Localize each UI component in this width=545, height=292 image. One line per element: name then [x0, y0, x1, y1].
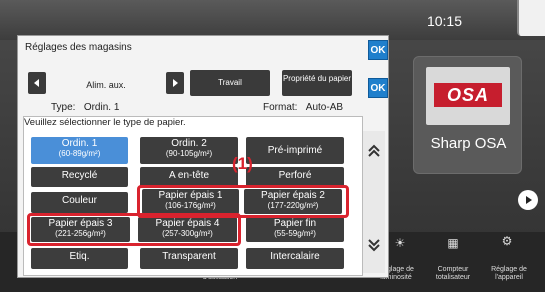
- paper-type-name: Pré-imprimé: [267, 145, 323, 156]
- scroll-up-icon[interactable]: [366, 143, 382, 159]
- sharp-osa-logo: OSA: [426, 67, 510, 125]
- brightness-icon: ☀: [394, 236, 406, 250]
- paper-type-button[interactable]: Perforé: [246, 167, 344, 187]
- arrow-left-icon: [34, 79, 39, 87]
- bottom-item-label[interactable]: Réglage de l'appareil: [484, 266, 534, 282]
- paper-type-button[interactable]: Papier fin (55-59g/m²): [246, 217, 344, 242]
- sharp-osa-tile[interactable]: OSA Sharp OSA: [413, 56, 522, 174]
- paper-type-button[interactable]: Transparent: [140, 248, 238, 269]
- paper-type-button[interactable]: Etiq.: [31, 248, 128, 269]
- bottom-item-label[interactable]: Compteur totalisateur: [428, 266, 478, 282]
- paper-type-button[interactable]: Intercalaire: [246, 248, 344, 269]
- next-page-icon[interactable]: [518, 190, 538, 210]
- paper-type-weight: (55-59g/m²): [274, 229, 316, 238]
- paper-type-name: Recyclé: [61, 170, 98, 181]
- paper-type-button[interactable]: Recyclé: [31, 167, 128, 187]
- tray-settings-dialog: Réglages des magasins OK Alim. aux. Trav…: [17, 35, 389, 278]
- paper-type-weight: (90-105g/m²): [165, 149, 213, 158]
- paper-type-name: Etiq.: [69, 251, 90, 262]
- prev-tray-button[interactable]: [28, 72, 46, 94]
- paper-type-button[interactable]: Pré-imprimé: [246, 137, 344, 164]
- paper-type-name: Transparent: [162, 251, 216, 262]
- device-settings-icon: ⚙: [501, 234, 513, 248]
- clock: 10:15: [426, 13, 462, 29]
- arrow-right-icon: [173, 79, 178, 87]
- paper-type-name: Intercalaire: [270, 251, 320, 262]
- top-status-strip: [0, 0, 545, 40]
- tab-travail[interactable]: Travail: [190, 70, 270, 96]
- tray-label: Alim. aux.: [86, 80, 126, 90]
- paper-type-name: Ordin. 1: [61, 138, 98, 149]
- logo-banner: OSA: [434, 83, 502, 107]
- paper-type-button[interactable]: A en-tête: [140, 167, 238, 187]
- highlight-frame: [27, 213, 241, 246]
- paper-type-button[interactable]: Ordin. 2 (90-105g/m²): [140, 137, 238, 164]
- ok-row-button[interactable]: OK: [368, 78, 388, 98]
- paper-type-button[interactable]: Ordin. 1 (60-89g/m²): [31, 137, 128, 164]
- type-row: Type: Ordin. 1: [51, 102, 119, 113]
- paper-type-name: Papier fin: [273, 218, 317, 229]
- ok-button[interactable]: OK: [368, 40, 388, 60]
- scroll-column: [363, 131, 385, 273]
- type-label: Type:: [51, 102, 76, 113]
- format-row: Format: Auto-AB: [263, 102, 343, 113]
- format-label: Format:: [263, 102, 298, 113]
- callout-number: (1): [232, 154, 253, 173]
- top-right-button[interactable]: [517, 0, 545, 36]
- paper-type-name: A en-tête: [168, 170, 210, 181]
- instruction-text: Veuillez sélectionner le type de papier.: [24, 117, 186, 128]
- paper-type-name: Ordin. 2: [171, 138, 207, 149]
- paper-type-button[interactable]: Couleur: [31, 192, 128, 213]
- tile-title: Sharp OSA: [430, 135, 507, 152]
- scroll-down-icon[interactable]: [366, 237, 382, 253]
- tab-propriete-papier[interactable]: Propriété du papier: [282, 70, 352, 96]
- next-tray-button[interactable]: [166, 72, 184, 94]
- counter-icon: ▦: [447, 236, 459, 250]
- paper-type-name: Couleur: [61, 195, 98, 206]
- paper-type-weight: (60-89g/m²): [58, 149, 101, 158]
- paper-type-name: Perforé: [278, 170, 312, 181]
- format-value: Auto-AB: [305, 102, 344, 113]
- dialog-title: Réglages des magasins: [25, 42, 132, 53]
- type-value: Ordin. 1: [83, 102, 120, 113]
